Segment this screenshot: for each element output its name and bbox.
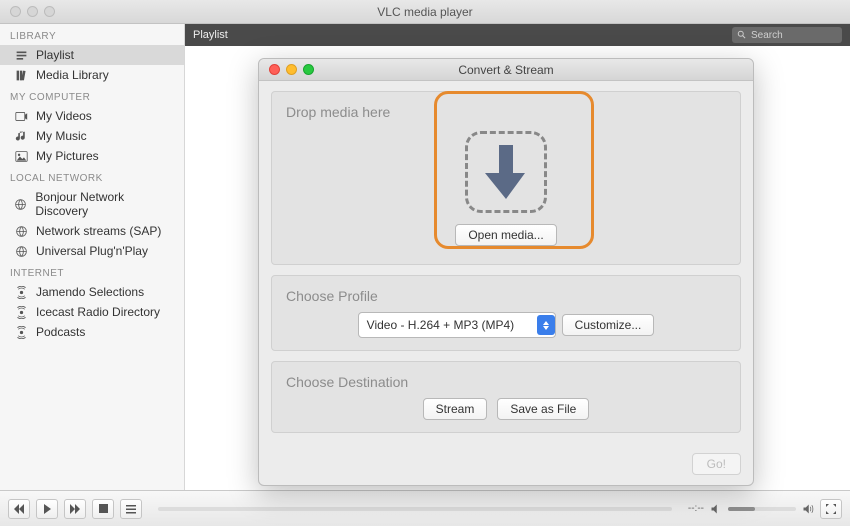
sidebar-item-label: Bonjour Network Discovery (35, 190, 174, 218)
playlist-header-bar: Playlist (185, 24, 850, 46)
open-media-button[interactable]: Open media... (455, 224, 556, 246)
choose-profile-title: Choose Profile (286, 288, 726, 304)
music-icon (14, 129, 28, 143)
choose-profile-panel: Choose Profile Video - H.264 + MP3 (MP4)… (271, 275, 741, 351)
section-header-library: LIBRARY (0, 24, 184, 45)
network-icon (14, 224, 28, 238)
go-button[interactable]: Go! (692, 453, 741, 475)
stream-button[interactable]: Stream (423, 398, 488, 420)
sidebar-item-label: Icecast Radio Directory (36, 305, 160, 319)
network-icon (14, 244, 28, 258)
sidebar-item-label: Network streams (SAP) (36, 224, 161, 238)
sidebar: LIBRARY Playlist Media Library MY COMPUT… (0, 24, 185, 490)
sidebar-item-upnp[interactable]: Universal Plug'n'Play (0, 241, 184, 261)
sidebar-item-label: Jamendo Selections (36, 285, 144, 299)
sidebar-item-jamendo[interactable]: Jamendo Selections (0, 282, 184, 302)
modal-titlebar: Convert & Stream (259, 59, 753, 81)
drop-media-title: Drop media here (286, 104, 726, 120)
volume-slider[interactable] (728, 507, 796, 511)
playlist-header-label: Playlist (185, 29, 228, 41)
convert-stream-modal: Convert & Stream Drop media here Open me… (258, 58, 754, 486)
sidebar-item-label: My Pictures (36, 149, 99, 163)
sidebar-item-media-library[interactable]: Media Library (0, 65, 184, 85)
sidebar-item-podcasts[interactable]: Podcasts (0, 322, 184, 342)
sidebar-item-label: Playlist (36, 48, 74, 62)
sidebar-item-label: My Music (36, 129, 87, 143)
pictures-icon (14, 149, 28, 163)
network-icon (14, 197, 27, 211)
sidebar-item-label: My Videos (36, 109, 92, 123)
time-display: --:-- (688, 503, 704, 514)
search-icon (737, 30, 747, 40)
video-icon (14, 109, 28, 123)
sidebar-item-my-videos[interactable]: My Videos (0, 106, 184, 126)
choose-destination-panel: Choose Destination Stream Save as File (271, 361, 741, 433)
customize-button[interactable]: Customize... (562, 314, 655, 336)
section-header-mycomputer: MY COMPUTER (0, 85, 184, 106)
sidebar-item-bonjour[interactable]: Bonjour Network Discovery (0, 187, 184, 221)
profile-selected-label: Video - H.264 + MP3 (MP4) (367, 318, 537, 332)
play-button[interactable] (36, 499, 58, 519)
library-icon (14, 68, 28, 82)
prev-button[interactable] (8, 499, 30, 519)
mute-icon[interactable] (710, 503, 722, 515)
search-input[interactable] (751, 30, 831, 41)
save-as-file-button[interactable]: Save as File (497, 398, 589, 420)
sidebar-item-my-pictures[interactable]: My Pictures (0, 146, 184, 166)
podcast-icon (14, 305, 28, 319)
podcast-icon (14, 285, 28, 299)
bottom-bar: --:-- (0, 490, 850, 526)
search-field[interactable] (732, 27, 842, 43)
modal-title: Convert & Stream (259, 63, 753, 77)
stop-button[interactable] (92, 499, 114, 519)
drop-zone-icon (460, 128, 552, 216)
main-titlebar: VLC media player (0, 0, 850, 24)
section-header-localnetwork: LOCAL NETWORK (0, 166, 184, 187)
sidebar-item-icecast[interactable]: Icecast Radio Directory (0, 302, 184, 322)
sidebar-item-label: Podcasts (36, 325, 85, 339)
volume-icon[interactable] (802, 503, 814, 515)
sidebar-item-sap[interactable]: Network streams (SAP) (0, 221, 184, 241)
drop-media-panel[interactable]: Drop media here Open media... (271, 91, 741, 265)
sidebar-item-label: Universal Plug'n'Play (36, 244, 148, 258)
fullscreen-button[interactable] (820, 499, 842, 519)
podcast-icon (14, 325, 28, 339)
profile-select[interactable]: Video - H.264 + MP3 (MP4) (358, 312, 556, 338)
sidebar-item-label: Media Library (36, 68, 109, 82)
next-button[interactable] (64, 499, 86, 519)
download-arrow-icon (484, 145, 528, 199)
choose-destination-title: Choose Destination (286, 374, 726, 390)
sidebar-item-my-music[interactable]: My Music (0, 126, 184, 146)
seek-slider[interactable] (158, 507, 672, 511)
playlist-button[interactable] (120, 499, 142, 519)
app-title: VLC media player (0, 5, 850, 19)
sidebar-item-playlist[interactable]: Playlist (0, 45, 184, 65)
section-header-internet: INTERNET (0, 261, 184, 282)
list-icon (14, 48, 28, 62)
select-stepper-icon (537, 315, 555, 335)
